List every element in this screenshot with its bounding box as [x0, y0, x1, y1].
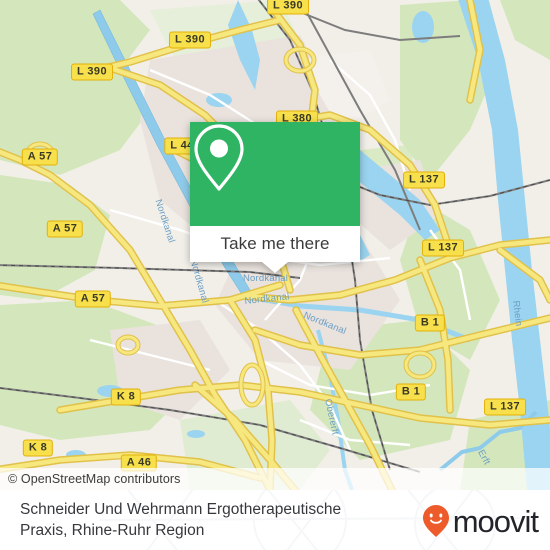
map-pin-icon	[194, 124, 244, 191]
take-me-there-label: Take me there	[220, 234, 330, 253]
road-shield: B 1	[414, 314, 446, 332]
road-shield: B 1	[395, 383, 427, 401]
map-attribution: © OpenStreetMap contributors	[0, 468, 550, 490]
moovit-logo[interactable]: moovit	[422, 503, 539, 539]
screenshot-root: Nordkanal Nordkanal Nordkanal Nordkanal Nord…	[0, 0, 550, 550]
road-shield: L 390	[169, 31, 211, 49]
road-shield: L 137	[403, 171, 445, 189]
road-shield: L 137	[422, 239, 464, 257]
callout-action[interactable]: Take me there	[190, 226, 360, 262]
road-shield: A 57	[46, 220, 84, 238]
callout-header	[190, 122, 360, 226]
water-label: Nordkanal	[243, 273, 289, 284]
moovit-pin-icon	[422, 505, 449, 537]
road-shield: L 390	[267, 0, 309, 15]
road-shield: L 390	[71, 63, 113, 81]
road-shield: A 57	[21, 148, 59, 166]
map-canvas[interactable]: Nordkanal Nordkanal Nordkanal Nordkanal Nord…	[0, 0, 550, 490]
location-callout-card[interactable]: Take me there	[190, 122, 360, 273]
road-shield: A 57	[74, 290, 112, 308]
road-shield: L 137	[484, 398, 526, 416]
bottom-info-bar: Schneider Und Wehrmann Ergotherapeutisch…	[0, 490, 550, 550]
callout-tail	[262, 262, 288, 273]
page-title: Schneider Und Wehrmann Ergotherapeutisch…	[20, 501, 342, 539]
road-shield: K 8	[110, 388, 142, 406]
attribution-text: © OpenStreetMap contributors	[8, 472, 181, 486]
moovit-wordmark: moovit	[452, 503, 539, 539]
road-shield: K 8	[22, 439, 54, 457]
